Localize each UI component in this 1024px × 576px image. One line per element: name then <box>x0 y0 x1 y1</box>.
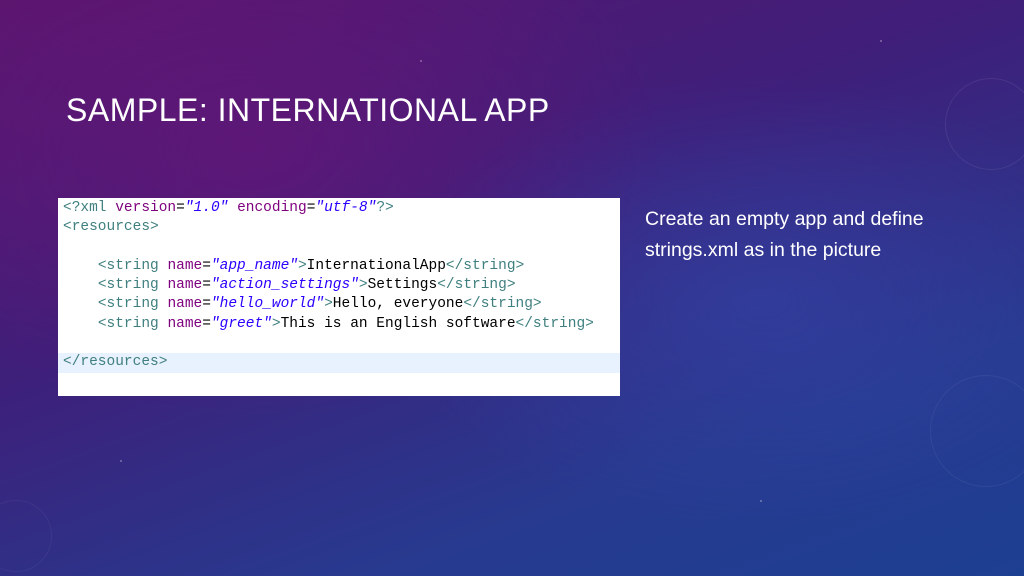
string-name-value: "action_settings" <box>210 277 359 294</box>
decorative-star <box>420 60 422 62</box>
code-line-xml-declaration: <?xml version="1.0" encoding="utf-8"?> <box>63 200 394 216</box>
decorative-circle <box>0 500 52 572</box>
xml-decl-attr-version: version <box>115 200 177 216</box>
string-close-tag: </string> <box>463 296 542 313</box>
decorative-star <box>760 500 762 502</box>
string-name-value: "app_name" <box>210 257 298 274</box>
slide-description: Create an empty app and define strings.x… <box>645 208 924 261</box>
string-content: Settings <box>367 277 438 294</box>
string-name-value: "greet" <box>210 315 272 332</box>
resources-open-tag: <resources> <box>63 219 159 236</box>
xml-decl-attr-encoding: encoding <box>237 200 307 216</box>
code-line-resources-close: </resources> <box>58 353 620 373</box>
string-open-tag: <string <box>97 277 159 294</box>
string-close-tag: </string> <box>515 315 594 332</box>
decorative-star <box>880 40 882 42</box>
slide-title: SAMPLE: INTERNATIONAL APP <box>66 92 550 128</box>
string-content: This is an English software <box>280 315 516 332</box>
decorative-circle <box>945 78 1024 170</box>
string-attr: name <box>167 315 203 332</box>
xml-decl-val-version: "1.0" <box>184 200 229 216</box>
string-open-tag: <string <box>97 315 159 332</box>
xml-decl-close: ?> <box>376 200 394 216</box>
resources-close-tag: </resources> <box>63 354 168 371</box>
code-line-string: <string name="greet">This is an English … <box>97 315 594 332</box>
code-line-string: <string name="action_settings">Settings<… <box>97 277 516 294</box>
code-line-resources-open: <resources> <box>58 218 620 237</box>
code-line-string: <string name="app_name">InternationalApp… <box>97 257 525 274</box>
xml-decl-val-encoding: "utf-8" <box>315 200 377 216</box>
decorative-circle <box>930 375 1024 487</box>
string-attr: name <box>167 296 203 313</box>
string-attr: name <box>167 257 203 274</box>
string-content: InternationalApp <box>306 257 446 274</box>
string-close-tag: </string> <box>445 257 525 274</box>
string-close-tag: </string> <box>437 277 516 294</box>
string-content: Hello, everyone <box>332 296 464 313</box>
string-name-value: "hello_world" <box>210 296 325 313</box>
code-screenshot: <?xml version="1.0" encoding="utf-8"?> <… <box>58 198 620 396</box>
xml-decl-open: <?xml <box>63 200 107 216</box>
code-line-string: <string name="hello_world">Hello, everyo… <box>97 296 542 313</box>
string-open-tag: <string <box>97 257 159 274</box>
decorative-star <box>120 460 122 462</box>
string-attr: name <box>167 277 203 294</box>
string-open-tag: <string <box>97 296 159 313</box>
